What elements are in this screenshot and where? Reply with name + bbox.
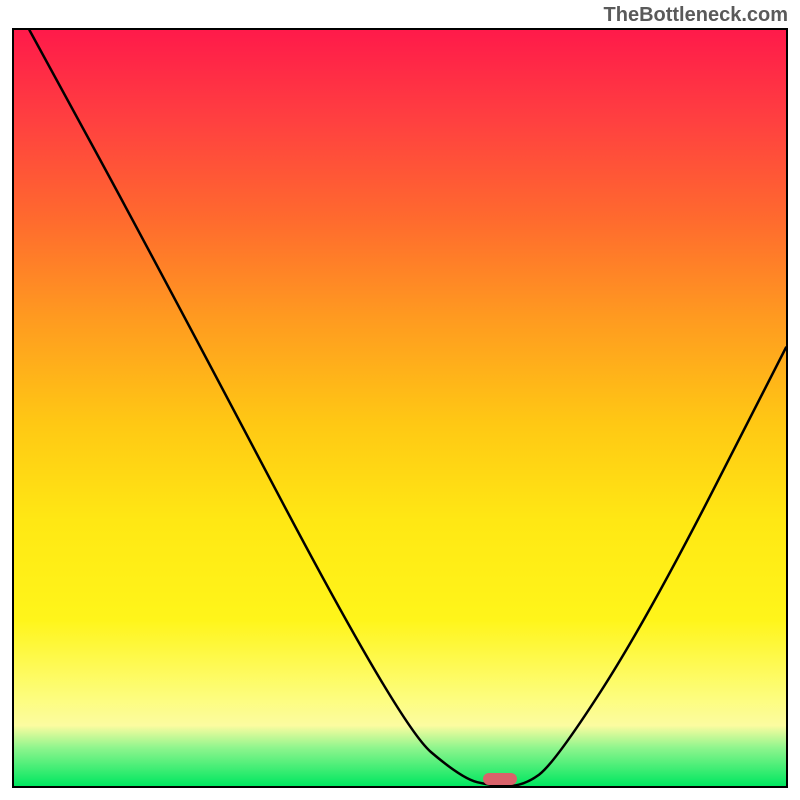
- watermark-text: TheBottleneck.com: [604, 4, 788, 27]
- optimal-marker: [483, 773, 517, 785]
- bottleneck-curve: [14, 30, 786, 786]
- chart-frame: [12, 28, 788, 788]
- curve-path: [29, 30, 786, 786]
